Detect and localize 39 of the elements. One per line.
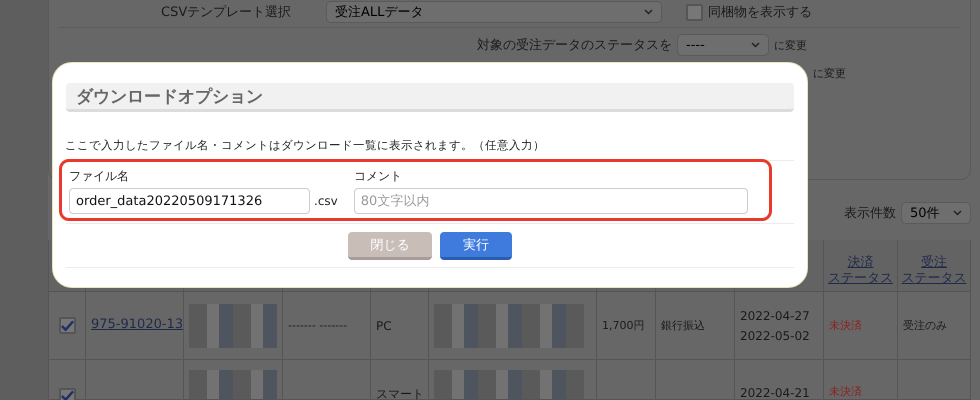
date-text: 2022-04-27 xyxy=(740,308,810,322)
row-checkbox[interactable] xyxy=(58,317,76,334)
amount-cell: 1,700円 xyxy=(602,318,644,333)
device-cell: スマート xyxy=(376,386,424,400)
bundle-checkbox-label: 同梱物を表示する xyxy=(708,4,812,21)
execute-button[interactable]: 実行 xyxy=(440,232,512,260)
payment-method-cell: 銀行振込 xyxy=(661,318,705,333)
status-change-suffix: に変更 xyxy=(774,38,807,52)
status-change-label: 対象の受注データのステータスを xyxy=(477,37,672,54)
chevron-down-icon xyxy=(751,42,760,48)
column-header-link[interactable]: 受注 ステータス xyxy=(902,254,966,287)
ad-code-cell: ------- ------- xyxy=(288,319,348,332)
status-select[interactable]: ---- xyxy=(677,34,769,56)
device-cell: PC xyxy=(376,318,392,332)
order-number-link[interactable]: 975-91020-13 xyxy=(91,317,184,334)
comment-input[interactable]: 80文字以内 xyxy=(354,188,748,214)
date-text: 2022-05-02 xyxy=(740,328,810,342)
checkmark-icon xyxy=(60,320,74,332)
bundle-checkbox[interactable] xyxy=(686,4,703,20)
file-name-label: ファイル名 xyxy=(69,168,130,185)
dialog-title: ダウンロードオプション xyxy=(76,86,263,108)
comment-label: コメント xyxy=(354,168,403,185)
page-size-label: 表示件数 xyxy=(844,205,896,222)
chevron-down-icon xyxy=(644,9,653,15)
payment-status-cell: 未決済 xyxy=(829,384,862,399)
csv-template-label: CSVテンプレート選択 xyxy=(161,4,292,21)
file-name-input[interactable]: order_data20220509171326 xyxy=(69,188,310,214)
checkmark-icon xyxy=(60,390,74,400)
dialog-description: ここで入力したファイル名・コメントはダウンロード一覧に表示されます。（任意入力） xyxy=(65,138,546,153)
file-extension: .csv xyxy=(314,194,338,208)
chevron-down-icon xyxy=(953,210,962,216)
status-change-suffix: に変更 xyxy=(813,66,846,80)
column-header-link[interactable]: 決済 ステータス xyxy=(828,254,893,287)
row-checkbox[interactable] xyxy=(58,388,76,400)
date-text: 2022-04-21 xyxy=(740,386,810,400)
page-size-select[interactable]: 50件 xyxy=(901,202,971,224)
csv-template-select[interactable]: 受注ALLデータ xyxy=(326,1,662,23)
payment-status-cell: 未決済 xyxy=(829,318,862,333)
order-status-cell: 受注のみ xyxy=(903,318,947,333)
